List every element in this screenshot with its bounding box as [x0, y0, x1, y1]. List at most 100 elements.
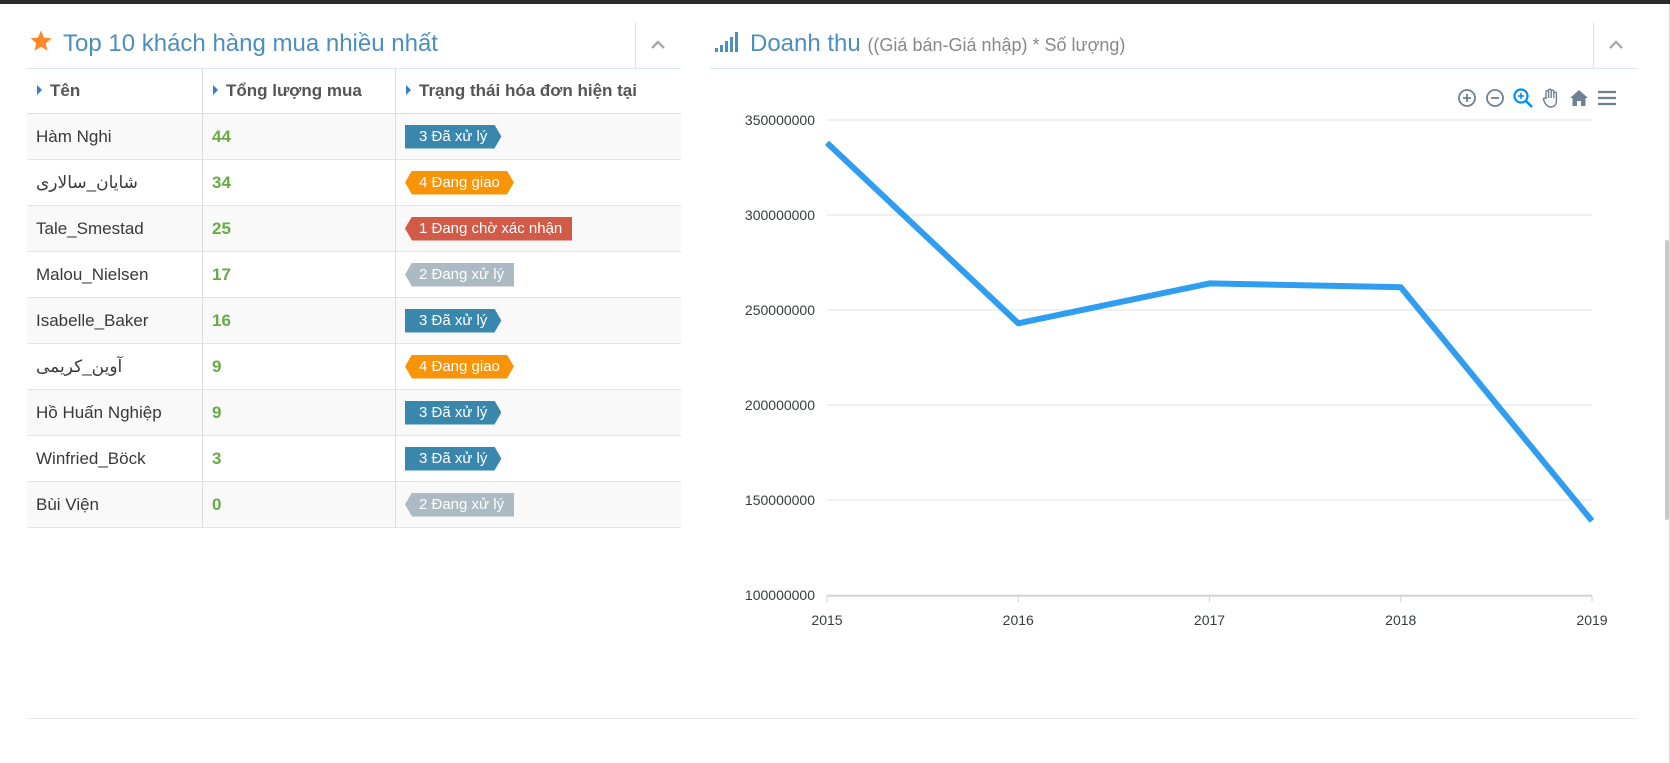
x-tick-label: 2015: [811, 612, 842, 628]
customer-name: Hàm Nghi: [36, 126, 112, 146]
collapse-button-left[interactable]: [635, 22, 680, 68]
star-icon: [30, 30, 52, 51]
customer-name: Hồ Huấn Nghiệp: [36, 402, 162, 422]
status-cell: 3 Đã xử lý: [395, 113, 681, 160]
x-tick-label: 2018: [1385, 612, 1416, 628]
customer-name-cell: آوین_کریمی: [27, 343, 203, 390]
top-customers-widget: Top 10 khách hàng mua nhiều nhất Tên Tổn…: [27, 22, 681, 528]
top-customers-header: Top 10 khách hàng mua nhiều nhất: [27, 22, 681, 69]
customer-name: Malou_Nielsen: [36, 264, 149, 284]
status-badge: 2 Đang xử lý: [405, 262, 515, 287]
quantity-cell: 9: [202, 343, 396, 390]
purchase-quantity: 9: [212, 402, 222, 422]
table-row[interactable]: Winfried_Böck 3 3 Đã xử lý: [27, 435, 681, 482]
customer-name-cell: Hàm Nghi: [27, 113, 203, 160]
quantity-cell: 25: [202, 205, 396, 252]
revenue-subtitle: ((Giá bán-Giá nhập) * Số lượng): [867, 35, 1126, 55]
y-tick-label: 100000000: [745, 587, 815, 603]
caret-right-icon: [213, 85, 218, 95]
table-row[interactable]: Hàm Nghi 44 3 Đã xử lý: [27, 113, 681, 160]
purchase-quantity: 3: [212, 448, 222, 468]
purchase-quantity: 16: [212, 310, 231, 330]
quantity-cell: 34: [202, 159, 396, 206]
chevron-up-icon: [651, 40, 665, 49]
customer-name-cell: Tale_Smestad: [27, 205, 203, 252]
status-cell: 3 Đã xử lý: [395, 435, 681, 482]
status-cell: 4 Đang giao: [395, 159, 681, 206]
customer-name-cell: Malou_Nielsen: [27, 251, 203, 298]
y-tick-label: 300000000: [745, 207, 815, 223]
series-line: [824, 140, 1595, 523]
table-row[interactable]: Bùi Viện 0 2 Đang xử lý: [27, 481, 681, 528]
status-cell: 2 Đang xử lý: [395, 481, 681, 528]
scrollbar-thumb[interactable]: [1665, 240, 1669, 520]
top-customers-table: Tên Tổng lượng mua Trạng thái hóa đơn hi…: [27, 69, 681, 528]
customer-name-cell: Bùi Viện: [27, 481, 203, 528]
y-tick-label: 350000000: [745, 112, 815, 128]
y-tick-label: 200000000: [745, 397, 815, 413]
status-badge: 3 Đã xử lý: [405, 309, 501, 333]
revenue-title-main: Doanh thu: [750, 30, 861, 57]
purchase-quantity: 44: [212, 126, 231, 146]
x-tick-label: 2019: [1576, 612, 1607, 628]
purchase-quantity: 34: [212, 172, 231, 192]
table-row[interactable]: Malou_Nielsen 17 2 Đang xử lý: [27, 251, 681, 298]
column-header-status[interactable]: Trạng thái hóa đơn hiện tại: [395, 69, 681, 114]
quantity-cell: 3: [202, 435, 396, 482]
customer-name: Winfried_Böck: [36, 448, 146, 468]
revenue-header: Doanh thu ((Giá bán-Giá nhập) * Số lượng…: [710, 22, 1637, 69]
customer-name: شایان_سالاری: [36, 172, 138, 192]
quantity-cell: 44: [202, 113, 396, 160]
purchase-quantity: 9: [212, 356, 222, 376]
status-badge: 4 Đang giao: [405, 355, 514, 379]
x-tick-label: 2016: [1003, 612, 1034, 628]
top-customers-title: Top 10 khách hàng mua nhiều nhất: [63, 30, 438, 57]
caret-right-icon: [37, 85, 42, 95]
revenue-title: Doanh thu ((Giá bán-Giá nhập) * Số lượng…: [750, 30, 1125, 58]
column-header-name[interactable]: Tên: [27, 69, 203, 114]
quantity-cell: 16: [202, 297, 396, 344]
table-row[interactable]: Tale_Smestad 25 1 Đang chờ xác nhận: [27, 205, 681, 252]
status-badge: 4 Đang giao: [405, 171, 514, 195]
status-cell: 4 Đang giao: [395, 343, 681, 390]
customer-name: Isabelle_Baker: [36, 310, 149, 330]
customer-name: آوین_کریمی: [36, 356, 123, 376]
column-header-quantity[interactable]: Tổng lượng mua: [202, 69, 396, 114]
revenue-line-chart: 350000000 300000000 250000000 200000000 1500…: [745, 112, 1608, 628]
caret-right-icon: [406, 85, 411, 95]
table-row[interactable]: آوین_کریمی 9 4 Đang giao: [27, 343, 681, 390]
collapse-button-right[interactable]: [1593, 22, 1638, 68]
revenue-widget: Doanh thu ((Giá bán-Giá nhập) * Số lượng…: [710, 22, 1637, 69]
customer-name-cell: شایان_سالاری: [27, 159, 203, 206]
status-cell: 2 Đang xử lý: [395, 251, 681, 298]
customer-name-cell: Isabelle_Baker: [27, 297, 203, 344]
signal-icon: [715, 32, 738, 52]
customer-name-cell: Hồ Huấn Nghiệp: [27, 389, 203, 436]
quantity-cell: 0: [202, 481, 396, 528]
status-cell: 3 Đã xử lý: [395, 389, 681, 436]
purchase-quantity: 0: [212, 494, 222, 514]
customer-name-cell: Winfried_Böck: [27, 435, 203, 482]
status-badge: 2 Đang xử lý: [405, 492, 515, 517]
status-badge: 1 Đang chờ xác nhận: [405, 216, 573, 241]
y-tick-label: 150000000: [745, 492, 815, 508]
section-divider: [27, 718, 1637, 719]
purchase-quantity: 25: [212, 218, 231, 238]
table-row[interactable]: شایان_سالاری 34 4 Đang giao: [27, 159, 681, 206]
status-cell: 3 Đã xử lý: [395, 297, 681, 344]
customer-name: Bùi Viện: [36, 494, 100, 514]
customer-name: Tale_Smestad: [36, 218, 144, 238]
chevron-up-icon: [1609, 40, 1623, 49]
window-top-bar: [0, 0, 1670, 4]
quantity-cell: 17: [202, 251, 396, 298]
y-tick-label: 250000000: [745, 302, 815, 318]
quantity-cell: 9: [202, 389, 396, 436]
x-tick-label: 2017: [1194, 612, 1225, 628]
status-badge: 3 Đã xử lý: [405, 447, 501, 471]
status-cell: 1 Đang chờ xác nhận: [395, 205, 681, 252]
table-row[interactable]: Isabelle_Baker 16 3 Đã xử lý: [27, 297, 681, 344]
purchase-quantity: 17: [212, 264, 231, 284]
status-badge: 3 Đã xử lý: [405, 125, 501, 149]
table-row[interactable]: Hồ Huấn Nghiệp 9 3 Đã xử lý: [27, 389, 681, 436]
status-badge: 3 Đã xử lý: [405, 401, 501, 425]
